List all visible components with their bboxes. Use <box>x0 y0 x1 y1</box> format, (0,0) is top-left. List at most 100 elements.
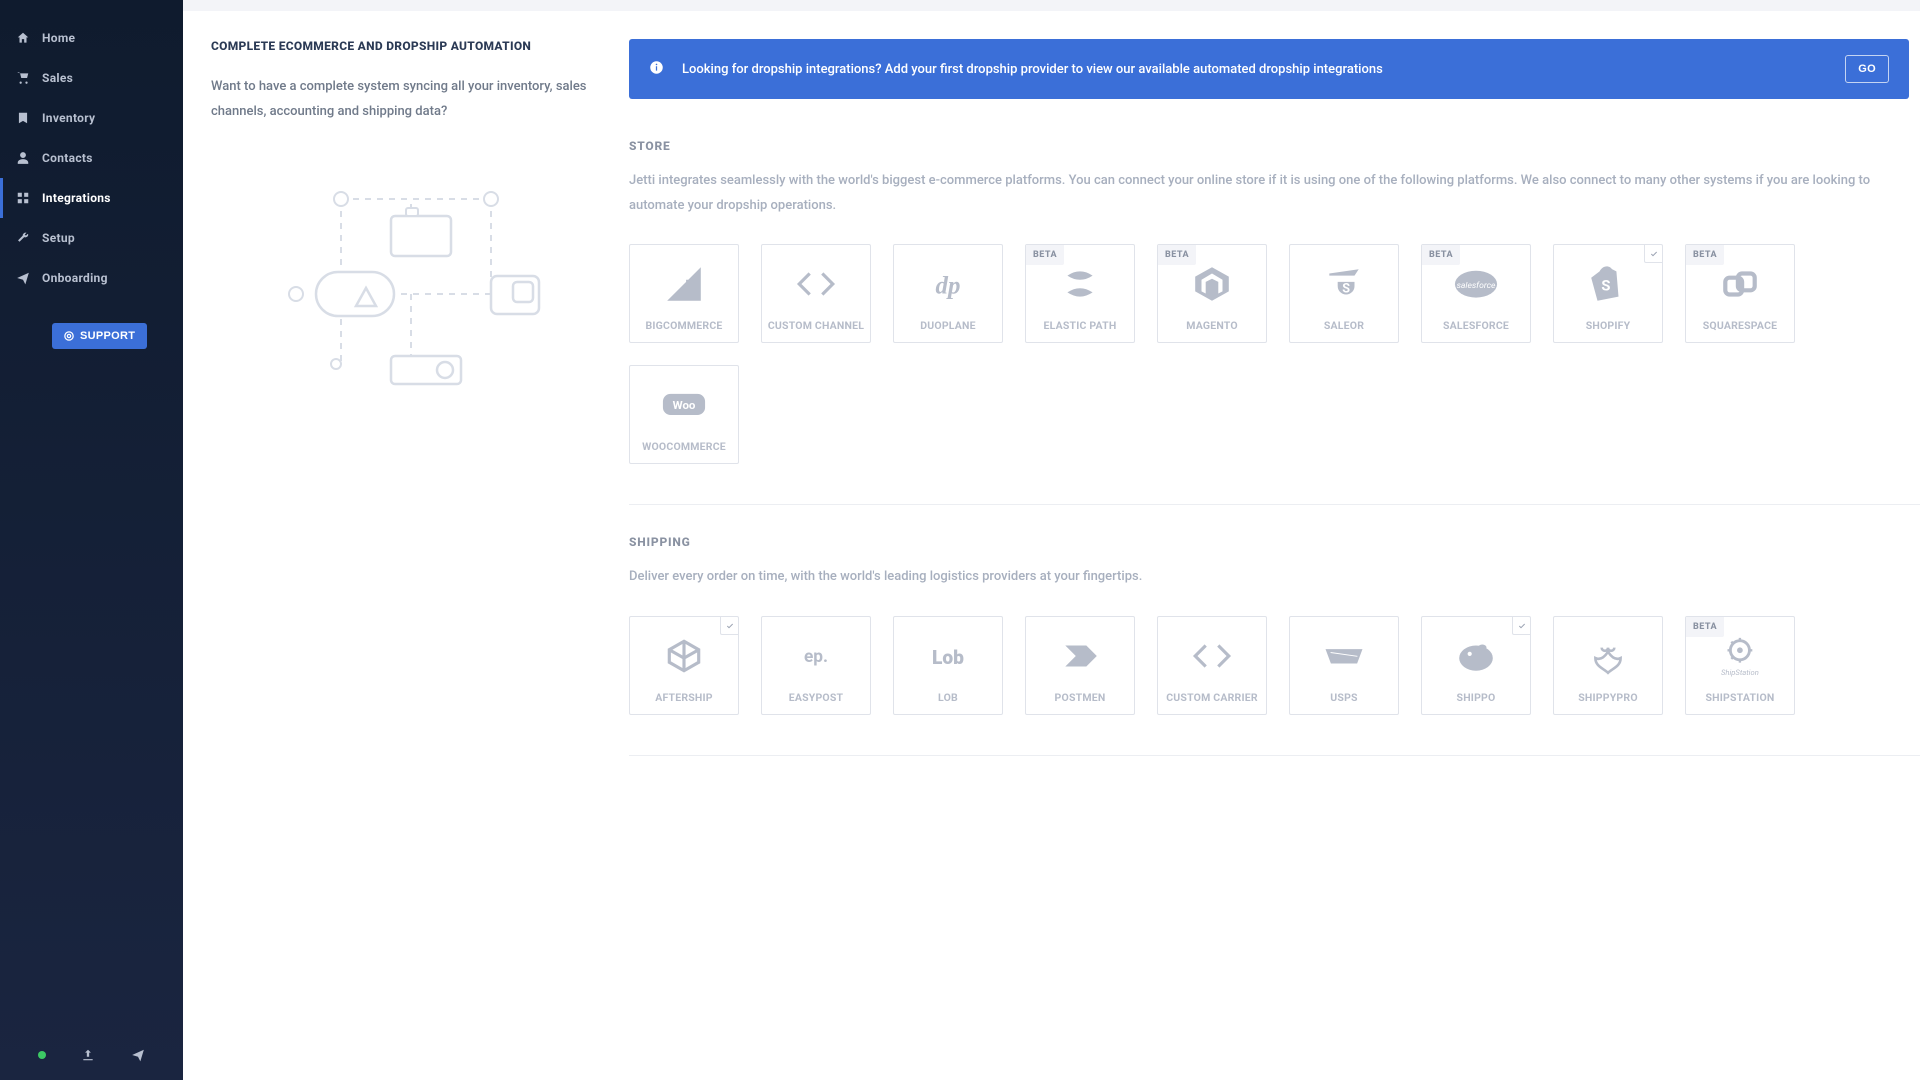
card-label: LOB <box>894 691 1002 704</box>
sidebar-item-home[interactable]: Home <box>0 18 183 58</box>
group-description: Deliver every order on time, with the wo… <box>629 565 1920 590</box>
check-icon <box>1644 245 1662 263</box>
integration-card-custom-carrier[interactable]: CUSTOM CARRIER <box>1157 616 1267 715</box>
card-label: BIGCOMMERCE <box>630 319 738 332</box>
integration-card-easypost[interactable]: ep. EASYPOST <box>761 616 871 715</box>
card-label: CUSTOM CARRIER <box>1158 691 1266 704</box>
integration-card-magento[interactable]: BETAMAGENTO <box>1157 244 1267 343</box>
integration-card-shippo[interactable]: SHIPPO <box>1421 616 1531 715</box>
sidebar-item-integrations[interactable]: Integrations <box>0 178 183 218</box>
integration-card-lob[interactable]: Lob LOB <box>893 616 1003 715</box>
left-panel: COMPLETE ECOMMERCE AND DROPSHIP AUTOMATI… <box>211 39 605 786</box>
salesforce-icon: salesforce <box>1453 263 1499 305</box>
sidebar-item-onboarding[interactable]: Onboarding <box>0 258 183 298</box>
bookmark-icon <box>16 111 30 125</box>
shipstation-icon: ShipStation <box>1717 635 1763 677</box>
duoplane-icon: dp <box>925 263 971 305</box>
group-description: Jetti integrates seamlessly with the wor… <box>629 169 1920 218</box>
box-icon <box>661 635 707 677</box>
shipping-grid: AFTERSHIP ep. EASYPOST Lob LOB POSTMEN CUSTOM … <box>629 616 1920 715</box>
svg-text:salesforce: salesforce <box>1457 281 1496 291</box>
sidebar-item-label: Setup <box>42 231 75 245</box>
group-store: STORE Jetti integrates seamlessly with t… <box>629 139 1920 464</box>
support-label: SUPPORT <box>80 330 135 342</box>
svg-text:Woo: Woo <box>673 398 696 412</box>
card-label: CUSTOM CHANNEL <box>762 319 870 332</box>
saleor-icon: S <box>1321 263 1367 305</box>
info-icon <box>649 60 664 79</box>
wrench-icon <box>16 231 30 245</box>
support-button[interactable]: SUPPORT <box>52 323 147 349</box>
code-icon <box>793 263 839 305</box>
send-icon <box>16 271 30 285</box>
integration-card-duoplane[interactable]: dp DUOPLANE <box>893 244 1003 343</box>
banner-text: Looking for dropship integrations? Add y… <box>682 62 1827 77</box>
integration-card-bigcommerce[interactable]: BIGCOMMERCE <box>629 244 739 343</box>
card-label: DUOPLANE <box>894 319 1002 332</box>
integration-card-woocommerce[interactable]: WooWOOCOMMERCE <box>629 365 739 464</box>
home-icon <box>16 31 30 45</box>
divider <box>629 755 1920 756</box>
beta-badge: BETA <box>1686 617 1724 637</box>
integration-card-custom-channel[interactable]: CUSTOM CHANNEL <box>761 244 871 343</box>
integration-card-saleor[interactable]: S SALEOR <box>1289 244 1399 343</box>
group-title: STORE <box>629 139 1920 153</box>
sidebar: Home Sales Inventory Contacts Integratio… <box>0 0 183 1080</box>
code-icon <box>1189 635 1235 677</box>
lifebuoy-icon <box>64 331 74 341</box>
divider <box>629 504 1920 505</box>
cart-icon <box>16 71 30 85</box>
integration-card-usps[interactable]: USPS <box>1289 616 1399 715</box>
shippypro-icon <box>1585 635 1631 677</box>
squarespace-icon <box>1717 263 1763 305</box>
integration-card-shopify[interactable]: SSHOPIFY <box>1553 244 1663 343</box>
card-label: SALESFORCE <box>1422 319 1530 332</box>
upload-icon[interactable] <box>81 1048 95 1062</box>
elasticpath-icon <box>1057 263 1103 305</box>
card-label: SALEOR <box>1290 319 1398 332</box>
integration-card-shippypro[interactable]: SHIPPYPRO <box>1553 616 1663 715</box>
lob-icon: Lob <box>925 635 971 677</box>
plane-icon[interactable] <box>131 1048 145 1062</box>
page-title: COMPLETE ECOMMERCE AND DROPSHIP AUTOMATI… <box>211 39 605 53</box>
shippo-icon <box>1453 635 1499 677</box>
card-label: USPS <box>1290 691 1398 704</box>
sidebar-item-setup[interactable]: Setup <box>0 218 183 258</box>
card-label: POSTMEN <box>1026 691 1134 704</box>
sidebar-item-inventory[interactable]: Inventory <box>0 98 183 138</box>
bigcommerce-icon <box>661 263 707 305</box>
integration-card-salesforce[interactable]: BETAsalesforceSALESFORCE <box>1421 244 1531 343</box>
grid-icon <box>16 191 30 205</box>
integration-card-elastic-path[interactable]: BETAELASTIC PATH <box>1025 244 1135 343</box>
easypost-icon: ep. <box>793 635 839 677</box>
beta-badge: BETA <box>1026 245 1064 265</box>
svg-text:ShipStation: ShipStation <box>1721 668 1759 677</box>
illustration <box>261 164 561 394</box>
sidebar-item-label: Onboarding <box>42 271 108 285</box>
banner-go-button[interactable]: GO <box>1845 55 1889 83</box>
magento-icon <box>1189 263 1235 305</box>
integration-card-squarespace[interactable]: BETASQUARESPACE <box>1685 244 1795 343</box>
card-label: SHIPPYPRO <box>1554 691 1662 704</box>
sidebar-bottom <box>0 1030 183 1080</box>
svg-text:dp: dp <box>936 273 961 300</box>
user-icon <box>16 151 30 165</box>
beta-badge: BETA <box>1158 245 1196 265</box>
sidebar-item-label: Contacts <box>42 151 93 165</box>
card-label: SHIPSTATION <box>1686 691 1794 704</box>
group-shipping: SHIPPING Deliver every order on time, wi… <box>629 535 1920 715</box>
integration-card-postmen[interactable]: POSTMEN <box>1025 616 1135 715</box>
sidebar-nav: Home Sales Inventory Contacts Integratio… <box>0 0 183 1030</box>
sidebar-item-contacts[interactable]: Contacts <box>0 138 183 178</box>
check-icon <box>1512 617 1530 635</box>
beta-badge: BETA <box>1686 245 1724 265</box>
integration-card-aftership[interactable]: AFTERSHIP <box>629 616 739 715</box>
banner: Looking for dropship integrations? Add y… <box>629 39 1909 99</box>
sidebar-item-sales[interactable]: Sales <box>0 58 183 98</box>
right-panel: Looking for dropship integrations? Add y… <box>629 39 1920 786</box>
store-grid: BIGCOMMERCE CUSTOM CHANNEL dp DUOPLANE BETAE… <box>629 244 1920 464</box>
svg-text:S: S <box>1601 277 1610 295</box>
card-label: EASYPOST <box>762 691 870 704</box>
usps-icon <box>1321 635 1367 677</box>
integration-card-shipstation[interactable]: BETA ShipStation SHIPSTATION <box>1685 616 1795 715</box>
